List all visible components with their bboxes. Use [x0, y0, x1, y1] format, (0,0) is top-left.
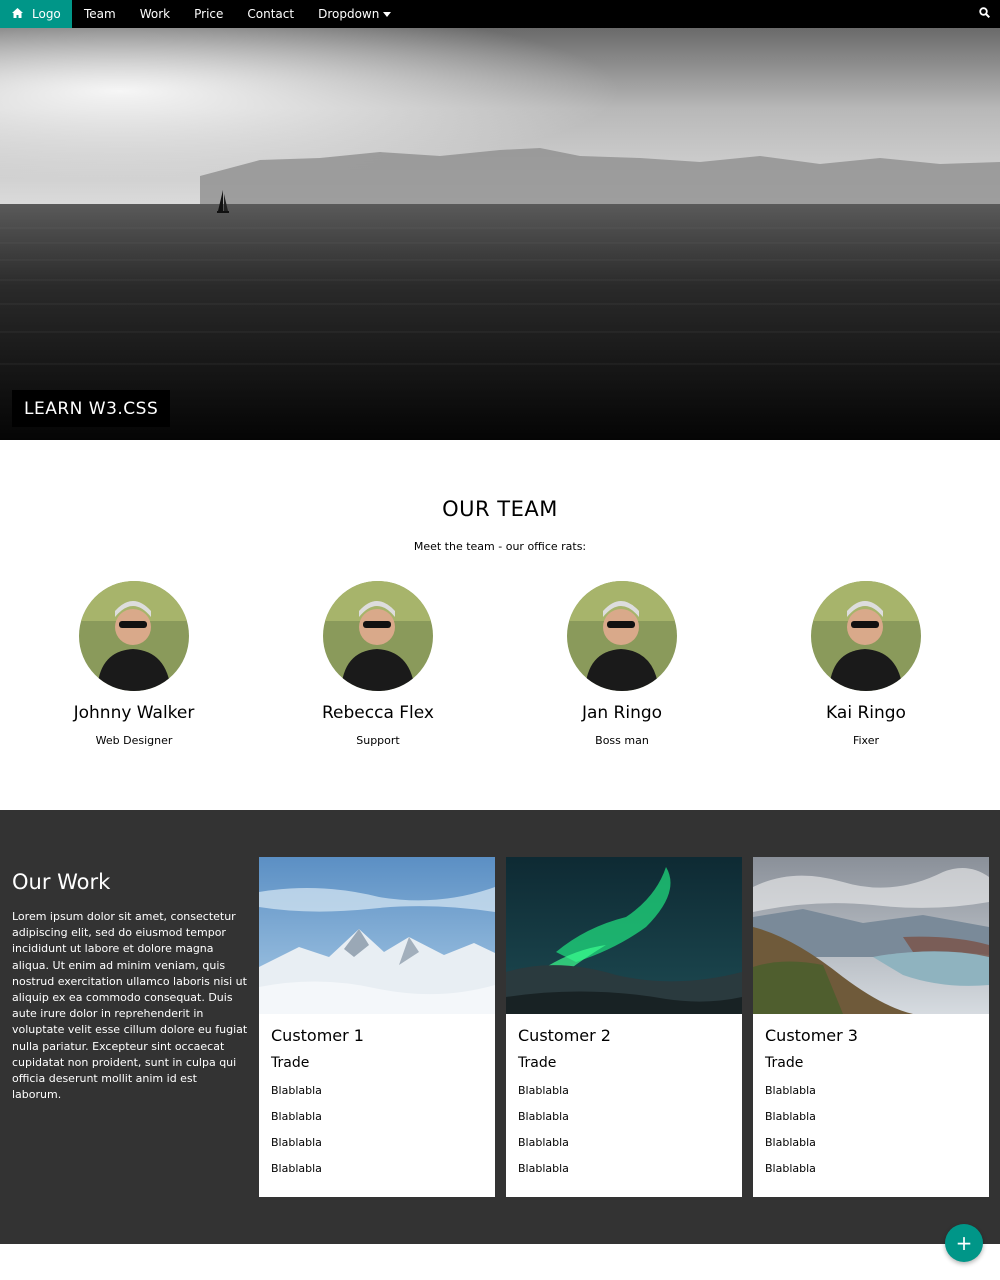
nav-item-team[interactable]: Team [72, 0, 128, 28]
nav-item-work[interactable]: Work [128, 0, 182, 28]
team-member: Jan Ringo Boss man [500, 581, 744, 747]
card-line: Blablabla [271, 1136, 322, 1149]
nav-item-price[interactable]: Price [182, 0, 235, 28]
dropdown-label: Dropdown [318, 7, 380, 21]
work-description: Lorem ipsum dolor sit amet, consectetur … [12, 910, 248, 1102]
hero-seascape-image [0, 28, 1000, 440]
nav-logo-link[interactable]: Logo [0, 0, 72, 28]
card-trade: Trade [765, 1055, 804, 1071]
team-title: OUR TEAM [442, 497, 558, 521]
card-line: Blablabla [765, 1162, 816, 1175]
member-role: Boss man [595, 734, 649, 747]
card-title: Customer 3 [765, 1026, 858, 1045]
aurora-image [506, 857, 742, 1014]
card-body: Customer 3 Trade Blablabla Blablabla Bla… [753, 1014, 989, 1175]
team-member: Johnny Walker Web Designer [12, 581, 256, 747]
mountains-image [259, 857, 495, 1014]
search-icon [979, 7, 991, 21]
nav-item-dropdown[interactable]: Dropdown [306, 0, 403, 28]
card-body: Customer 2 Trade Blablabla Blablabla Bla… [506, 1014, 742, 1175]
team-member: Rebecca Flex Support [256, 581, 500, 747]
member-role: Support [356, 734, 400, 747]
customer-card: Customer 1 Trade Blablabla Blablabla Bla… [259, 857, 495, 1197]
card-title: Customer 1 [271, 1026, 364, 1045]
caret-down-icon [383, 11, 392, 17]
avatar [79, 581, 189, 691]
customer-card: Customer 3 Trade Blablabla Blablabla Bla… [753, 857, 989, 1197]
avatar [811, 581, 921, 691]
card-trade: Trade [271, 1055, 310, 1071]
member-name: Rebecca Flex [322, 703, 434, 723]
card-line: Blablabla [518, 1084, 569, 1097]
member-name: Johnny Walker [73, 703, 195, 723]
top-navbar: Logo Team Work Price Contact Dropdown [0, 0, 1000, 28]
home-icon [12, 7, 23, 21]
work-title: Our Work [12, 870, 111, 894]
member-role: Web Designer [95, 734, 173, 747]
avatar [567, 581, 677, 691]
card-line: Blablabla [765, 1110, 816, 1123]
team-subtitle: Meet the team - our office rats: [413, 540, 587, 553]
plus-icon: + [955, 1231, 973, 1255]
valley-image [753, 857, 989, 1014]
hero-banner: LEARN W3.CSS [0, 28, 1000, 440]
nav-item-contact[interactable]: Contact [235, 0, 306, 28]
card-line: Blablabla [271, 1162, 322, 1175]
card-line: Blablabla [518, 1110, 569, 1123]
card-line: Blablabla [271, 1084, 322, 1097]
card-line: Blablabla [518, 1162, 569, 1175]
nav-logo-label: Logo [32, 7, 61, 21]
customer-card: Customer 2 Trade Blablabla Blablabla Bla… [506, 857, 742, 1197]
member-name: Jan Ringo [581, 703, 663, 723]
add-button[interactable]: + [945, 1224, 983, 1262]
card-line: Blablabla [765, 1136, 816, 1149]
card-line: Blablabla [271, 1110, 322, 1123]
team-member: Kai Ringo Fixer [744, 581, 988, 747]
card-line: Blablabla [765, 1084, 816, 1097]
avatar [323, 581, 433, 691]
member-role: Fixer [852, 734, 880, 747]
work-section: Our Work Lorem ipsum dolor sit amet, con… [0, 810, 1000, 1244]
card-body: Customer 1 Trade Blablabla Blablabla Bla… [259, 1014, 495, 1175]
member-name: Kai Ringo [826, 703, 906, 723]
card-title: Customer 2 [518, 1026, 611, 1045]
hero-tag: LEARN W3.CSS [12, 390, 171, 427]
card-line: Blablabla [518, 1136, 569, 1149]
card-trade: Trade [518, 1055, 557, 1071]
nav-search-button[interactable] [975, 0, 994, 28]
